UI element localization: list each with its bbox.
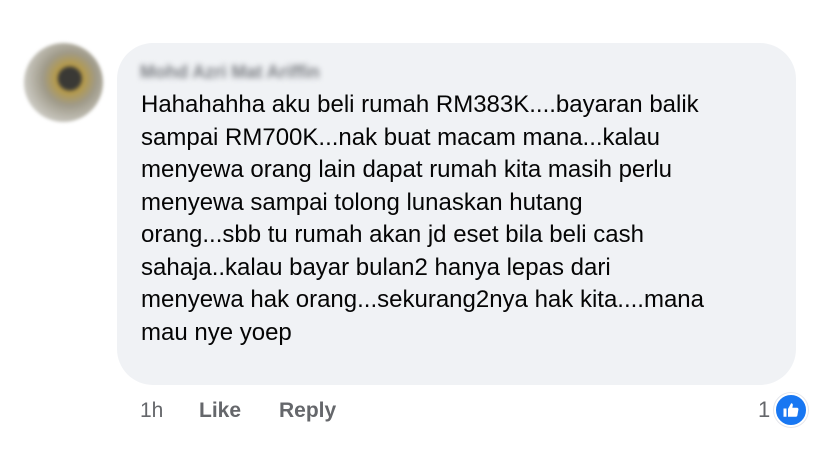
comment-author-name[interactable]: Mohd Azri Mat Ariffin xyxy=(140,60,396,85)
like-button[interactable]: Like xyxy=(199,396,279,426)
reaction-summary[interactable]: 1 xyxy=(758,393,809,427)
thumbs-up-icon xyxy=(774,393,809,427)
avatar[interactable] xyxy=(24,43,103,122)
reply-button[interactable]: Reply xyxy=(279,396,336,426)
comment-actions: 1h Like Reply xyxy=(140,396,336,426)
comment-text: Hahahahha aku beli rumah RM383K....bayar… xyxy=(141,91,704,346)
reaction-count: 1 xyxy=(758,397,771,422)
comment-timestamp[interactable]: 1h xyxy=(140,396,199,426)
comment: Mohd Azri Mat Ariffin Hahahahha aku beli… xyxy=(0,0,828,453)
